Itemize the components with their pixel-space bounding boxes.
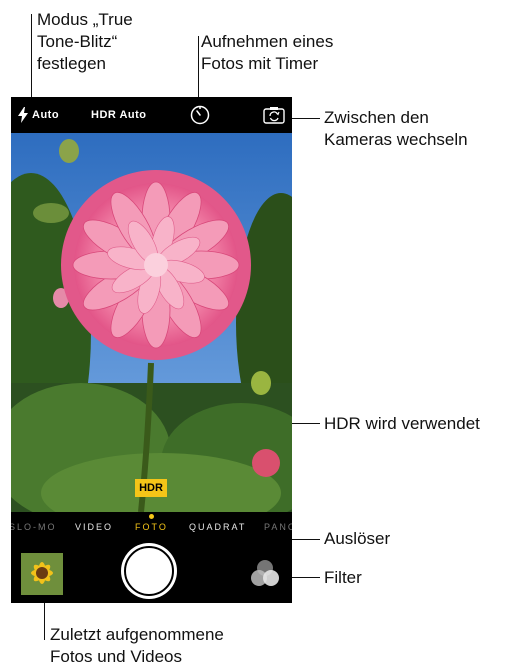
mode-quadrat[interactable]: QUADRAT xyxy=(189,522,246,532)
callout-timer: Aufnehmen eines Fotos mit Timer xyxy=(201,32,334,73)
filter-button[interactable] xyxy=(249,559,281,594)
mode-indicator-dot xyxy=(149,514,154,519)
viewfinder[interactable]: HDR xyxy=(11,133,292,512)
flash-button[interactable]: Auto xyxy=(18,106,59,124)
sunflower-thumbnail-image xyxy=(21,553,63,595)
callout-filter: Filter xyxy=(324,568,362,587)
leader-line-timer xyxy=(198,36,199,104)
filter-icon xyxy=(251,560,279,586)
leader-line-switch xyxy=(292,118,320,119)
flash-icon xyxy=(18,107,28,123)
callout-recent: Zuletzt aufgenommene Fotos und Videos xyxy=(50,625,224,666)
callout-switch-cameras: Zwischen den Kameras wechseln xyxy=(324,108,468,149)
hdr-auto-button[interactable]: HDR Auto xyxy=(91,109,147,121)
mode-pano[interactable]: PANO xyxy=(264,522,292,532)
recent-photo-thumbnail[interactable] xyxy=(21,553,63,595)
flash-mode-label: Auto xyxy=(32,109,60,121)
callout-hdr-used: HDR wird verwendet xyxy=(324,414,480,433)
camera-screen: Auto HDR Auto HDR SLO-MO VIDEO FOTO QUAD… xyxy=(11,97,292,603)
callout-shutter: Auslöser xyxy=(324,529,391,548)
shutter-button[interactable] xyxy=(121,543,177,599)
camera-top-bar: Auto HDR Auto xyxy=(11,97,292,133)
mode-slo-mo[interactable]: SLO-MO xyxy=(11,522,57,532)
mode-selector[interactable]: SLO-MO VIDEO FOTO QUADRAT PANO xyxy=(11,512,292,542)
callout-flash-mode: Modus „True Tone-Blitz“ festlegen xyxy=(37,10,133,73)
mode-video[interactable]: VIDEO xyxy=(75,522,113,532)
timer-button[interactable] xyxy=(189,104,211,129)
camera-bottom-bar xyxy=(11,542,292,603)
camera-switch-icon xyxy=(263,107,285,124)
shutter-inner-ring xyxy=(124,546,174,596)
hdr-badge: HDR xyxy=(135,479,167,497)
timer-icon xyxy=(190,105,210,125)
flower-photo-preview xyxy=(11,133,292,512)
switch-camera-button[interactable] xyxy=(263,106,285,127)
mode-foto[interactable]: FOTO xyxy=(135,522,168,532)
